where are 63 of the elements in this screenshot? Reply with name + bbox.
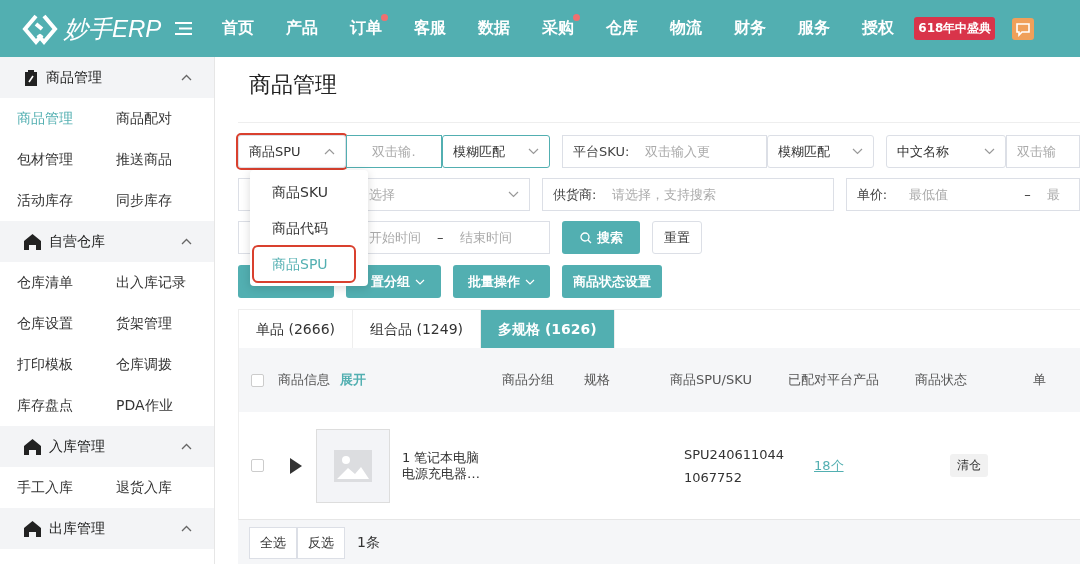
field-type-select[interactable]: 商品SPU <box>238 135 346 168</box>
page-title: 商品管理 <box>249 71 338 99</box>
expand-icon[interactable] <box>290 457 302 474</box>
row-count: 1条 <box>357 534 380 552</box>
sidebar-item[interactable]: 包材管理 <box>17 139 116 180</box>
house-icon <box>24 520 41 537</box>
supplier-field[interactable]: 供货商: 请选择，支持搜索 <box>541 178 834 211</box>
sidebar-item[interactable]: 仓库清单 <box>17 262 116 303</box>
select-all-button[interactable]: 全选 <box>249 527 297 559</box>
sidebar-item[interactable]: 同步库存 <box>116 180 214 221</box>
invert-button[interactable]: 反选 <box>297 527 345 559</box>
sidebar-item[interactable]: 仓库调拨 <box>116 344 214 385</box>
sidebar-section[interactable]: 入库管理 <box>0 426 214 467</box>
sidebar-item[interactable]: 货架管理 <box>116 303 214 344</box>
caret-icon <box>324 148 335 155</box>
house-icon <box>24 233 41 250</box>
sidebar-section[interactable]: 自营仓库 <box>0 221 214 262</box>
caret-icon <box>525 278 535 285</box>
sidebar-item[interactable]: PDA作业 <box>116 385 214 426</box>
caret-icon <box>415 278 425 285</box>
column-header: 商品状态 <box>914 371 967 389</box>
chevron-icon <box>507 191 519 198</box>
column-header: 规格 <box>584 371 610 389</box>
clipboard-icon <box>24 69 38 86</box>
chevron-icon <box>852 148 863 155</box>
match-select[interactable]: 模糊匹配 <box>767 135 874 168</box>
promo-badge[interactable]: 618年中盛典 <box>914 17 996 40</box>
house-icon <box>24 438 41 455</box>
sidebar-item[interactable]: 仓库设置 <box>17 303 116 344</box>
image-icon <box>334 449 372 482</box>
sidebar-item[interactable]: 商品配对 <box>116 98 214 139</box>
chat-icon[interactable] <box>1012 17 1035 40</box>
sidebar-item[interactable]: 退货入库 <box>116 467 214 508</box>
dropdown-option[interactable]: 商品SKU <box>250 175 350 209</box>
sidebar-item[interactable]: 打印模板 <box>17 344 116 385</box>
chevron-icon <box>984 148 995 155</box>
column-header: 单 <box>1032 371 1046 389</box>
sidebar-item[interactable]: 手工入库 <box>17 467 116 508</box>
menu-icon[interactable] <box>175 22 193 35</box>
sidebar-item[interactable]: 出入库记录 <box>116 262 214 303</box>
reset-button[interactable]: 重置 <box>652 221 702 254</box>
input-field[interactable]: 双击输. <box>346 135 442 168</box>
logo-text: 妙手ERP <box>64 13 162 44</box>
sidebar-item[interactable]: 库存盘点 <box>17 385 116 426</box>
column-header: 商品信息 <box>278 371 330 389</box>
sku-field[interactable]: 平台SKU: 双击输入更 <box>562 135 768 168</box>
sidebar-item[interactable]: 推送商品 <box>116 139 214 180</box>
match-select[interactable]: 模糊匹配 <box>442 135 550 168</box>
sidebar-section[interactable]: 商品管理 <box>0 57 214 98</box>
search-icon <box>579 231 592 244</box>
status-tag: 清仓 <box>949 454 988 477</box>
spu-code: SPU240611044 1067752 <box>684 445 786 487</box>
checkbox[interactable] <box>251 459 264 472</box>
product-name: 1 笔记本电脑电源充电器… <box>402 449 481 482</box>
name-type-select[interactable]: 中文名称 <box>886 135 1006 168</box>
column-header: 商品分组 <box>502 371 554 389</box>
sidebar-item[interactable]: 活动库存 <box>17 180 116 221</box>
price-field[interactable]: 单价: 最低值 – 最 <box>845 178 1080 211</box>
sidebar-section[interactable]: 出库管理 <box>0 508 214 549</box>
checkbox[interactable] <box>251 373 264 387</box>
chevron-icon <box>528 148 539 155</box>
column-header: 已配对平台产品 <box>787 371 879 389</box>
column-header: 商品SPU/SKU <box>670 371 752 389</box>
